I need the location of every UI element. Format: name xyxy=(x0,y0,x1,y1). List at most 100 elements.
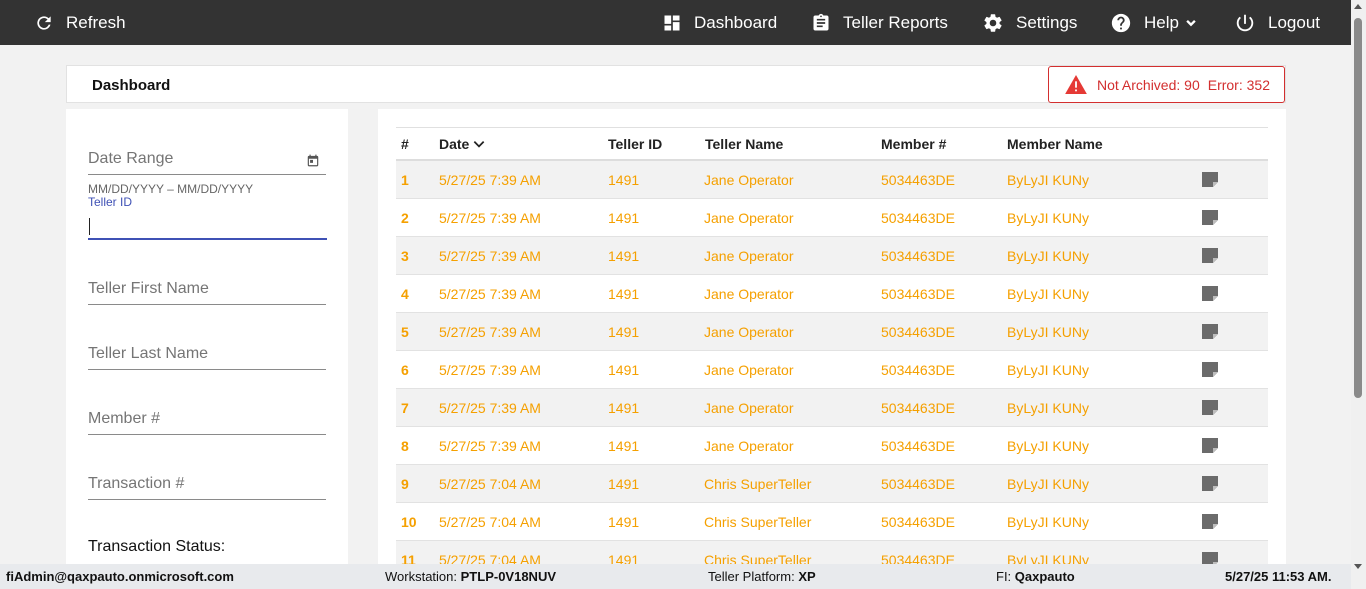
cell-teller-id: 1491 xyxy=(608,400,640,416)
cell-teller-id: 1491 xyxy=(608,248,640,264)
column-header-member-name[interactable]: Member Name xyxy=(1007,136,1103,152)
cell-date: 5/27/25 7:04 AM xyxy=(439,514,541,530)
table-row[interactable]: 5 5/27/25 7:39 AM 1491 Jane Operator 5034463… xyxy=(396,313,1268,351)
scrollbar-thumb[interactable] xyxy=(1354,18,1362,398)
column-header-teller-name[interactable]: Teller Name xyxy=(705,136,783,152)
column-header-member-number[interactable]: Member # xyxy=(881,136,946,152)
note-icon[interactable] xyxy=(1202,400,1218,415)
note-icon[interactable] xyxy=(1202,286,1218,301)
user-email: fiAdmin@qaxpauto.onmicrosoft.com xyxy=(6,569,234,584)
note-icon[interactable] xyxy=(1202,324,1218,339)
sort-chevron-down-icon xyxy=(474,141,485,148)
cell-member-name: ByLyJI KUNy xyxy=(1007,514,1089,530)
cell-row-number: 8 xyxy=(401,438,409,454)
note-icon[interactable] xyxy=(1202,172,1218,187)
scroll-up-arrow-icon[interactable] xyxy=(1354,4,1362,9)
user-email-value: fiAdmin@qaxpauto.onmicrosoft.com xyxy=(6,569,234,584)
filter-panel: Date Range MM/DD/YYYY – MM/DD/YYYY Telle… xyxy=(66,109,348,569)
cell-member-name: ByLyJI KUNy xyxy=(1007,476,1089,492)
cell-member-name: ByLyJI KUNy xyxy=(1007,172,1089,188)
member-number-input[interactable]: Member # xyxy=(88,405,326,435)
cell-date: 5/27/25 7:04 AM xyxy=(439,476,541,492)
teller-last-name-input[interactable]: Teller Last Name xyxy=(88,340,326,370)
cell-member-number: 5034463DE xyxy=(881,248,955,264)
transaction-number-input[interactable]: Transaction # xyxy=(88,470,326,500)
date-range-field[interactable]: Date Range xyxy=(88,145,326,175)
table-row[interactable]: 1 5/27/25 7:39 AM 1491 Jane Operator 5034463… xyxy=(396,161,1268,199)
top-nav-bar: Refresh Dashboard Teller Reports Setting… xyxy=(0,0,1366,45)
table-row[interactable]: 10 5/27/25 7:04 AM 1491 Chris SuperTeller 50… xyxy=(396,503,1268,541)
cell-member-name: ByLyJI KUNy xyxy=(1007,362,1089,378)
cell-teller-name: Jane Operator xyxy=(704,248,794,264)
current-datetime: 5/27/25 11:53 AM. xyxy=(1225,569,1331,584)
nav-settings-label: Settings xyxy=(1016,12,1078,32)
refresh-label: Refresh xyxy=(66,12,126,32)
cell-row-number: 1 xyxy=(401,172,409,188)
note-icon[interactable] xyxy=(1202,248,1218,263)
cell-member-name: ByLyJI KUNy xyxy=(1007,400,1089,416)
cell-member-number: 5034463DE xyxy=(881,476,955,492)
teller-platform-info: Teller Platform: XP xyxy=(708,569,816,584)
table-header: # Date Teller ID Teller Name Member # Me… xyxy=(396,127,1268,161)
note-icon[interactable] xyxy=(1202,438,1218,453)
cell-row-number: 6 xyxy=(401,362,409,378)
cell-teller-id: 1491 xyxy=(608,324,640,340)
table-row[interactable]: 4 5/27/25 7:39 AM 1491 Jane Operator 5034463… xyxy=(396,275,1268,313)
current-datetime-value: 5/27/25 11:53 AM. xyxy=(1225,569,1332,584)
column-header-number[interactable]: # xyxy=(401,136,409,152)
power-icon xyxy=(1236,14,1254,31)
transaction-status-label: Transaction Status: xyxy=(88,538,226,555)
cell-teller-name: Jane Operator xyxy=(704,400,794,416)
cell-teller-id: 1491 xyxy=(608,172,640,188)
cell-teller-name: Jane Operator xyxy=(704,210,794,226)
dashboard-icon xyxy=(664,15,680,30)
column-header-date[interactable]: Date xyxy=(439,136,486,152)
calendar-icon[interactable] xyxy=(306,153,320,168)
cell-teller-id: 1491 xyxy=(608,210,640,226)
cell-member-number: 5034463DE xyxy=(881,514,955,530)
cell-row-number: 5 xyxy=(401,324,409,340)
cell-row-number: 3 xyxy=(401,248,409,264)
transaction-number-placeholder: Transaction # xyxy=(88,475,185,492)
refresh-button[interactable]: Refresh xyxy=(34,0,126,45)
nav-settings[interactable]: Settings xyxy=(982,0,1077,45)
fi-label: FI: xyxy=(996,569,1012,584)
teller-id-label: Teller ID xyxy=(88,195,133,209)
cell-date: 5/27/25 7:39 AM xyxy=(439,400,541,416)
cell-teller-name: Chris SuperTeller xyxy=(704,514,812,530)
fi-info: FI: Qaxpauto xyxy=(996,569,1075,584)
nav-teller-reports[interactable]: Teller Reports xyxy=(811,0,948,45)
teller-first-name-placeholder: Teller First Name xyxy=(88,280,209,297)
workstation-label: Workstation: xyxy=(385,569,458,584)
table-row[interactable]: 9 5/27/25 7:04 AM 1491 Chris SuperTeller 503… xyxy=(396,465,1268,503)
cell-date: 5/27/25 7:39 AM xyxy=(439,438,541,454)
teller-first-name-input[interactable]: Teller First Name xyxy=(88,275,326,305)
teller-platform-value: XP xyxy=(798,569,816,584)
page-title: Dashboard xyxy=(92,77,171,94)
teller-id-input[interactable] xyxy=(88,210,327,240)
table-row[interactable]: 2 5/27/25 7:39 AM 1491 Jane Operator 5034463… xyxy=(396,199,1268,237)
error-count: Error: 352 xyxy=(1207,76,1270,93)
archive-status-alert[interactable]: Not Archived: 90 Error: 352 xyxy=(1048,66,1285,103)
logout-button[interactable]: Logout xyxy=(1234,0,1320,45)
table-row[interactable]: 6 5/27/25 7:39 AM 1491 Jane Operator 5034463… xyxy=(396,351,1268,389)
note-icon[interactable] xyxy=(1202,476,1218,491)
fi-value: Qaxpauto xyxy=(1014,569,1075,584)
cell-teller-name: Jane Operator xyxy=(704,172,794,188)
nav-help[interactable]: Help xyxy=(1110,0,1199,45)
date-format-hint: MM/DD/YYYY – MM/DD/YYYY xyxy=(88,182,254,196)
cell-row-number: 10 xyxy=(401,514,417,530)
table-row[interactable]: 3 5/27/25 7:39 AM 1491 Jane Operator 5034463… xyxy=(396,237,1268,275)
note-icon[interactable] xyxy=(1202,514,1218,529)
cell-date: 5/27/25 7:39 AM xyxy=(439,248,541,264)
column-header-teller-id[interactable]: Teller ID xyxy=(608,136,662,152)
table-row[interactable]: 8 5/27/25 7:39 AM 1491 Jane Operator 5034463… xyxy=(396,427,1268,465)
scroll-down-arrow-icon[interactable] xyxy=(1354,564,1362,569)
note-icon[interactable] xyxy=(1202,362,1218,377)
page-scrollbar[interactable] xyxy=(1351,0,1366,589)
nav-dashboard[interactable]: Dashboard xyxy=(662,0,777,45)
column-header-date-label: Date xyxy=(439,136,470,152)
note-icon[interactable] xyxy=(1202,210,1218,225)
table-row[interactable]: 7 5/27/25 7:39 AM 1491 Jane Operator 5034463… xyxy=(396,389,1268,427)
status-bar: fiAdmin@qaxpauto.onmicrosoft.com Worksta… xyxy=(0,564,1351,589)
